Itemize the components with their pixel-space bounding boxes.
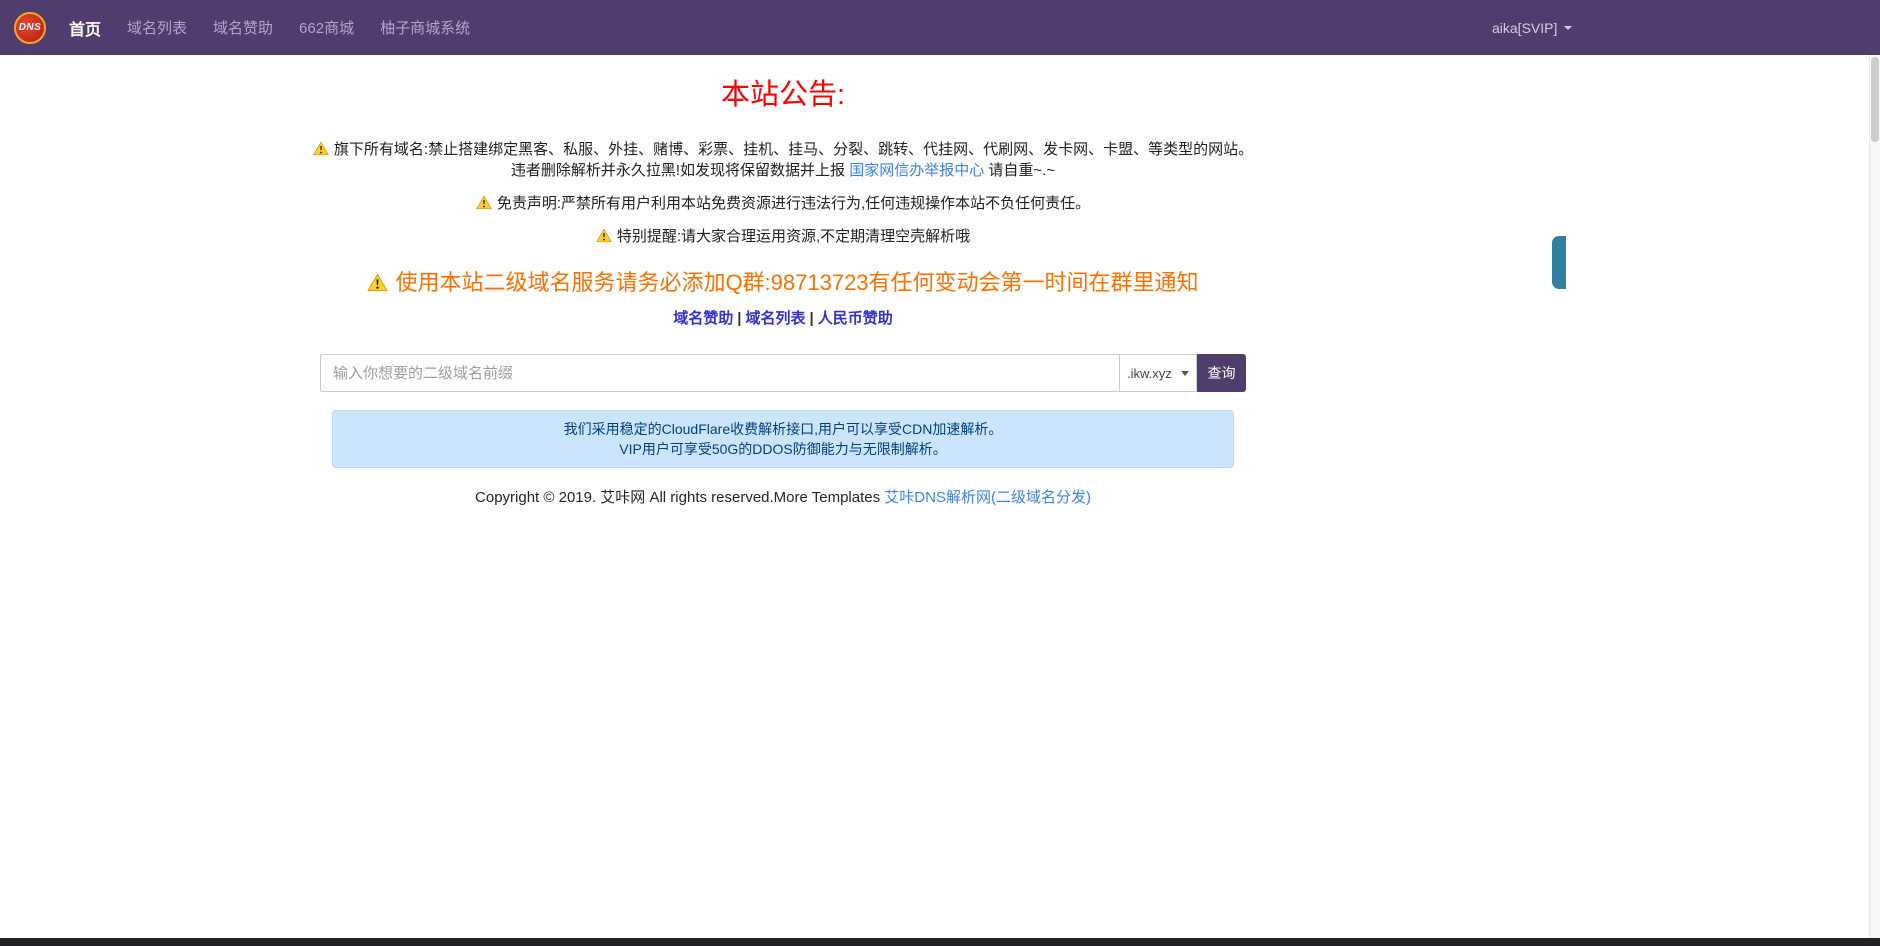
tld-selected-value: .ikw.xyz [1127,366,1172,381]
warning-icon [313,141,329,156]
caret-down-icon [1564,26,1572,30]
notice-text: 特别提醒:请大家合理运用资源,不定期清理空壳解析哦 [617,228,970,245]
page-title: 本站公告: [0,71,1566,113]
tld-select[interactable]: .ikw.xyz [1119,354,1197,392]
navbar: DNS 首页 域名列表 域名赞助 662商城 柚子商城系统 aika[SVIP] [0,0,1880,55]
warning-icon [596,228,612,243]
notice-text: 免责声明:严禁所有用户利用本站免费资源进行违法行为,任何违规操作本站不负任何责任… [497,195,1090,212]
alert-line1: 我们采用稳定的CloudFlare收费解析接口,用户可以享受CDN加速解析。 [333,419,1233,439]
warning-icon [367,273,388,292]
domain-prefix-input[interactable] [320,354,1119,392]
qq-notice-text: 使用本站二级域名服务请务必添加Q群:98713723有任何变动会第一时间在群里通… [395,270,1198,295]
quick-link-rmb-sponsor[interactable]: 人民币赞助 [818,310,893,327]
footer-site-link[interactable]: 艾咔DNS解析网(二级域名分发) [884,489,1091,506]
scrollbar-thumb[interactable] [1871,57,1879,142]
notice-text-after: 请自重~.~ [984,162,1055,179]
site-logo[interactable]: DNS [14,12,46,44]
alert-line2: VIP用户可享受50G的DDOS防御能力与无限制解析。 [333,439,1233,459]
quick-link-domain-list[interactable]: 域名列表 [745,310,805,327]
screen: DNS 首页 域名列表 域名赞助 662商城 柚子商城系统 aika[SVIP]… [0,0,1880,946]
separator: | [810,310,814,327]
side-widget-tab[interactable] [1552,236,1566,289]
footer: Copyright © 2019. 艾咔网 All rights reserve… [0,486,1566,507]
query-button[interactable]: 查询 [1197,354,1246,392]
nav-item-youzi-shop[interactable]: 柚子商城系统 [367,17,483,38]
select-caret-icon [1181,371,1189,376]
quick-links: 域名赞助|域名列表|人民币赞助 [0,307,1566,328]
vertical-scrollbar[interactable] [1869,55,1880,938]
user-label: aika[SVIP] [1492,20,1557,36]
notice-domains: 旗下所有域名:禁止搭建绑定黑客、私服、外挂、赌博、彩票、挂机、挂马、分裂、跳转、… [308,139,1258,181]
nav-item-662-shop[interactable]: 662商城 [286,17,367,38]
logo-text: DNS [19,22,42,33]
user-menu[interactable]: aika[SVIP] [1492,0,1572,55]
notice-reminder: 特别提醒:请大家合理运用资源,不定期清理空壳解析哦 [308,226,1258,247]
notice-text-before: 旗下所有域名:禁止搭建绑定黑客、私服、外挂、赌博、彩票、挂机、挂马、分裂、跳转、… [334,141,1253,179]
info-alert: 我们采用稳定的CloudFlare收费解析接口,用户可以享受CDN加速解析。 V… [332,410,1234,468]
notice-disclaimer: 免责声明:严禁所有用户利用本站免费资源进行违法行为,任何违规操作本站不负任何责任… [308,193,1258,214]
right-panel [1566,55,1869,938]
bottom-bar [0,938,1880,946]
quick-link-domain-sponsor[interactable]: 域名赞助 [673,310,733,327]
page-content: 本站公告: 旗下所有域名:禁止搭建绑定黑客、私服、外挂、赌博、彩票、挂机、挂马、… [0,55,1566,507]
nav-item-domain-sponsor[interactable]: 域名赞助 [200,17,286,38]
separator: | [737,310,741,327]
main-nav: 首页 域名列表 域名赞助 662商城 柚子商城系统 [56,16,483,40]
copyright-text: Copyright © 2019. 艾咔网 All rights reserve… [475,489,884,506]
nav-item-home[interactable]: 首页 [56,16,114,40]
search-bar: .ikw.xyz 查询 [320,354,1246,392]
qq-group-notice: 使用本站二级域名服务请务必添加Q群:98713723有任何变动会第一时间在群里通… [0,265,1566,297]
warning-icon [476,195,492,210]
report-center-link[interactable]: 国家网信办举报中心 [849,162,984,179]
nav-item-domain-list[interactable]: 域名列表 [114,17,200,38]
